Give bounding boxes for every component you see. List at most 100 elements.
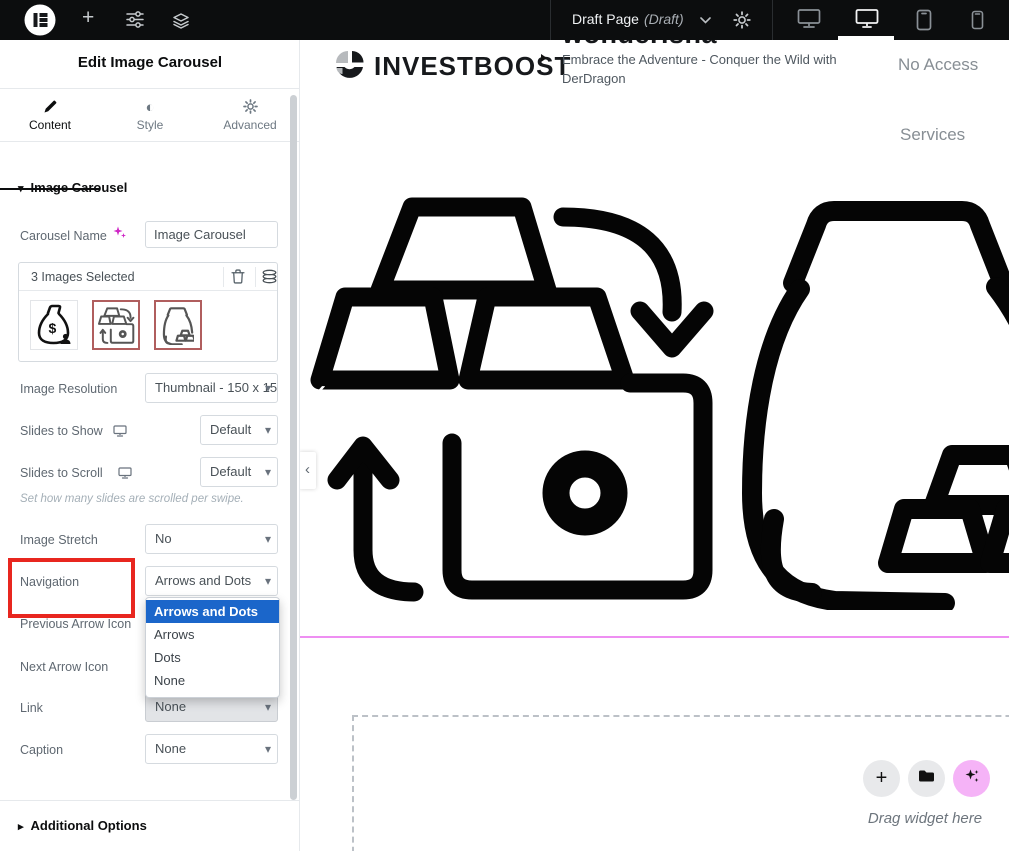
section-additional-options[interactable]: ▸Additional Options: [18, 818, 147, 833]
caret-down-icon: ▾: [18, 183, 24, 195]
gallery-thumb-gold-bars-exchange[interactable]: [92, 300, 140, 350]
link-label: Link: [20, 701, 43, 715]
caret-down-icon: ▾: [265, 416, 271, 444]
image-resolution-label: Image Resolution: [20, 382, 117, 396]
tab-label: Advanced: [200, 118, 300, 132]
slides-to-show-select[interactable]: Default ▾: [200, 415, 278, 445]
device-tablet-icon[interactable]: [916, 9, 932, 36]
page-status: (Draft): [644, 11, 684, 27]
navigation-select[interactable]: Arrows and Dots ▾: [145, 566, 278, 596]
top-bar: + Draft Page (Draft): [0, 0, 1009, 40]
marker-icon: [541, 54, 547, 62]
caret-down-icon: ▾: [265, 374, 271, 402]
add-element-icon[interactable]: +: [82, 6, 94, 30]
section-divider-line: [300, 636, 1009, 638]
chevron-down-icon: [700, 11, 711, 27]
page-name: Draft Page: [572, 11, 639, 27]
previous-arrow-icon-label: Previous Arrow Icon: [20, 617, 131, 631]
dropdown-option-none[interactable]: None: [146, 669, 279, 692]
tab-label: Content: [0, 118, 100, 132]
dropdown-option-arrows-and-dots[interactable]: Arrows and Dots: [146, 600, 279, 623]
page-settings-gear-icon[interactable]: [733, 11, 751, 34]
stack-icon[interactable]: [262, 269, 277, 289]
device-mobile-icon[interactable]: [971, 10, 984, 35]
section-title: Image Carousel: [31, 180, 128, 195]
site-settings-icon[interactable]: [126, 11, 144, 33]
nav-item-no-access[interactable]: No Access: [898, 55, 978, 75]
carousel-image-money-bag-icon: [740, 175, 1009, 610]
slider-prev-arrow[interactable]: ‹: [300, 452, 316, 489]
dropdown-option-arrows[interactable]: Arrows: [146, 623, 279, 646]
ai-sparkle-icon[interactable]: [113, 226, 126, 244]
nav-item-services[interactable]: Services: [900, 125, 965, 145]
caret-down-icon: ▾: [265, 567, 271, 595]
clipped-heading: wonderisha: [562, 40, 742, 48]
panel-scrollbar[interactable]: [290, 95, 297, 800]
dropdown-option-dots[interactable]: Dots: [146, 646, 279, 669]
editor-panel: Edit Image Carousel Content ◐ Style: [0, 40, 300, 851]
chevron-left-icon: ‹: [305, 461, 310, 478]
section-title: Additional Options: [31, 818, 147, 833]
section-image-carousel[interactable]: ▾ Image Carousel: [18, 180, 127, 195]
divider: [223, 267, 224, 287]
template-library-button[interactable]: [908, 760, 945, 797]
image-stretch-select[interactable]: No ▾: [145, 524, 278, 554]
slides-to-scroll-label: Slides to Scroll: [20, 466, 103, 480]
page-switcher[interactable]: Draft Page (Draft): [572, 11, 711, 27]
elementor-editor: + Draft Page (Draft): [0, 0, 1009, 851]
tab-style[interactable]: ◐ Style: [100, 89, 200, 141]
navigation-highlight-box: [8, 558, 135, 618]
pencil-icon: [0, 99, 100, 117]
carousel-image-gold-exchange-icon: [300, 180, 720, 615]
carousel-name-input[interactable]: [145, 221, 278, 248]
gallery-header: 3 Images Selected: [19, 263, 277, 291]
slides-help-text: Set how many slides are scrolled per swi…: [20, 493, 244, 505]
divider: [255, 267, 256, 287]
panel-title: Edit Image Carousel: [0, 54, 300, 71]
add-section-button[interactable]: +: [863, 760, 900, 797]
slides-to-scroll-select[interactable]: Default ▾: [200, 457, 278, 487]
half-circle-icon: ◐: [100, 99, 200, 117]
tagline-line-2: DerDragon: [562, 69, 852, 88]
carousel-name-label: Carousel Name: [20, 229, 107, 243]
image-resolution-select[interactable]: Thumbnail - 150 x 15 ▾: [145, 373, 278, 403]
select-value: Default: [210, 422, 251, 437]
select-value: None: [155, 741, 186, 756]
tab-advanced[interactable]: Advanced: [200, 89, 300, 141]
ai-builder-button[interactable]: [953, 760, 990, 797]
tagline-line-1: Embrace the Adventure - Conquer the Wild…: [562, 50, 852, 69]
ai-sparkle-icon: [964, 768, 980, 789]
gallery-status: 3 Images Selected: [31, 270, 135, 284]
structure-icon[interactable]: [172, 12, 190, 34]
investboost-logo-icon: [334, 49, 365, 87]
divider: [0, 141, 300, 142]
svg-text:$: $: [49, 320, 57, 336]
select-value: Thumbnail - 150 x 15: [155, 380, 277, 395]
plus-icon: +: [876, 767, 888, 790]
tab-label: Style: [100, 118, 200, 132]
gallery-control: 3 Images Selected: [18, 262, 278, 362]
caret-down-icon: ▾: [265, 458, 271, 486]
site-tagline: Embrace the Adventure - Conquer the Wild…: [562, 50, 852, 88]
active-device-indicator: [838, 36, 894, 40]
image-stretch-label: Image Stretch: [20, 533, 98, 547]
carousel-prev-arrow[interactable]: ‹: [315, 376, 326, 406]
caption-select[interactable]: None ▾: [145, 734, 278, 764]
topbar-divider: [772, 0, 773, 40]
select-value: Arrows and Dots: [155, 573, 251, 588]
drag-widget-hint: Drag widget here: [840, 810, 1009, 827]
trash-icon[interactable]: [231, 269, 245, 289]
gallery-thumb-money-bag-gold-bars[interactable]: [154, 300, 202, 350]
gallery-thumb-money-bag-dollar[interactable]: $: [30, 300, 78, 350]
responsive-monitor-icon[interactable]: [118, 466, 132, 484]
device-desktop-icon[interactable]: [855, 8, 879, 35]
select-value: Default: [210, 464, 251, 479]
responsive-monitor-icon[interactable]: [113, 424, 127, 442]
gear-icon: [200, 99, 300, 117]
device-widescreen-icon[interactable]: [797, 8, 821, 35]
elementor-logo-icon[interactable]: [24, 4, 56, 36]
tab-content[interactable]: Content: [0, 89, 100, 141]
preview-canvas[interactable]: INVESTBOOST wonderisha Embrace the Adven…: [300, 40, 1009, 851]
navigation-dropdown-list: Arrows and Dots Arrows Dots None: [145, 597, 280, 698]
select-value: None: [155, 699, 186, 714]
